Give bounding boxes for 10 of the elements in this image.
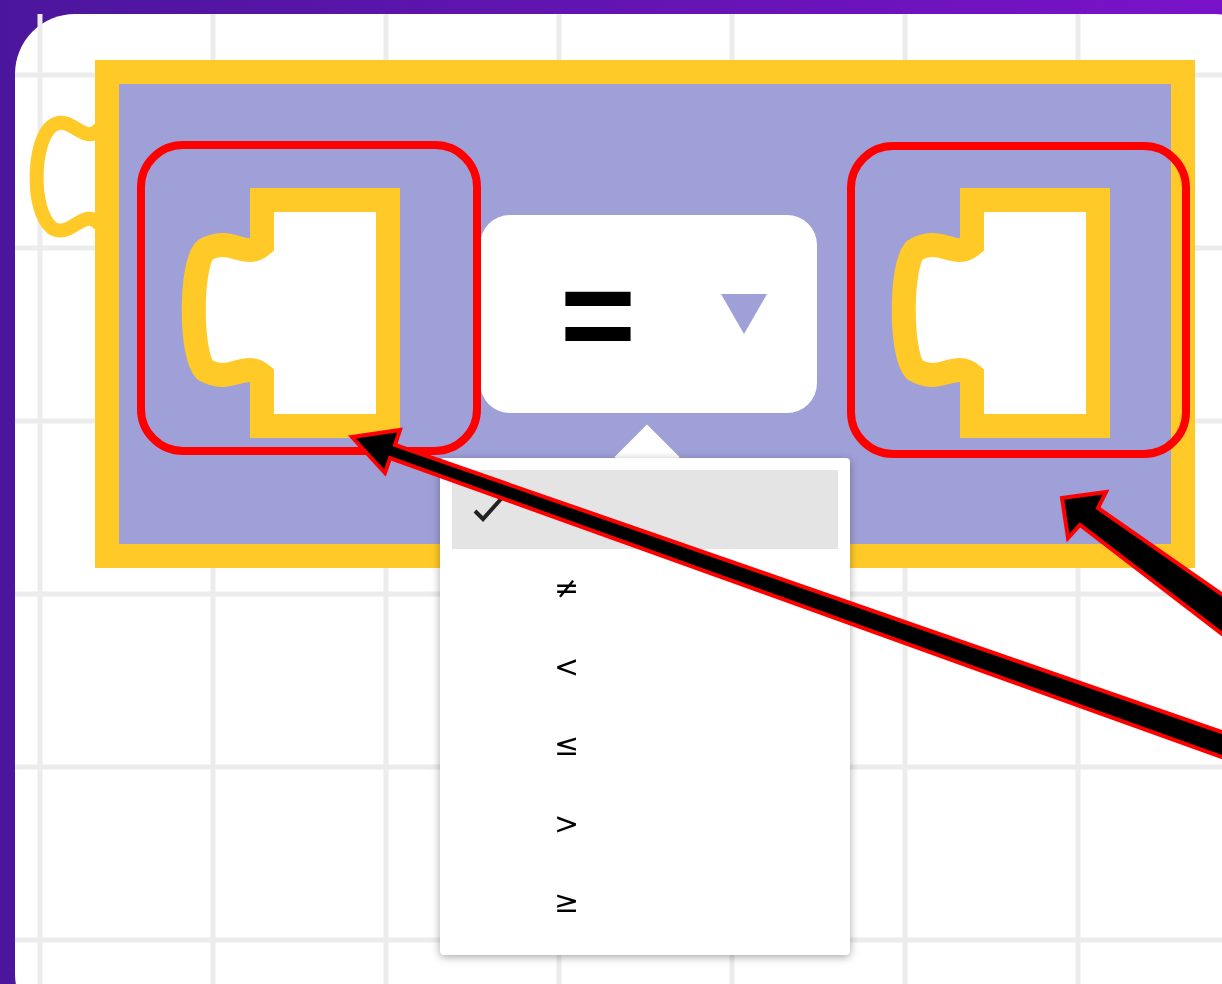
menu-item[interactable]: ≤ xyxy=(452,705,838,784)
menu-item[interactable]: > xyxy=(452,784,838,863)
check-icon xyxy=(472,496,504,523)
menu-item[interactable]: < xyxy=(452,627,838,706)
operator-dropdown[interactable]: = xyxy=(480,215,817,413)
menu-item[interactable]: ≠ xyxy=(452,548,838,627)
menu-item[interactable]: ≥ xyxy=(452,862,838,941)
dropdown-arrow-icon xyxy=(720,294,767,334)
input-socket[interactable] xyxy=(181,188,400,438)
input-socket[interactable] xyxy=(891,188,1110,438)
